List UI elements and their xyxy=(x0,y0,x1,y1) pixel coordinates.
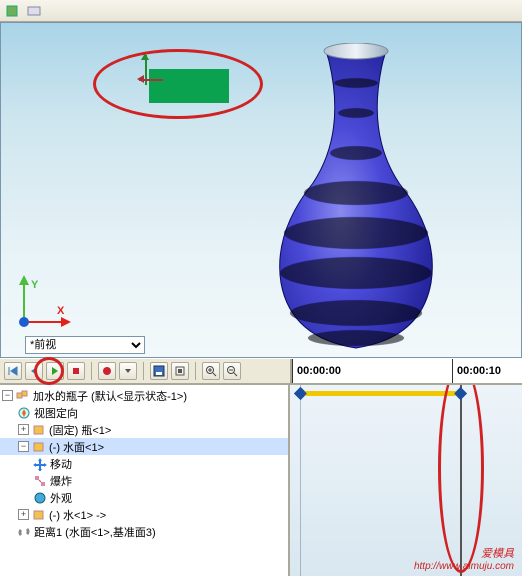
expand-icon[interactable]: + xyxy=(18,509,29,520)
timeline-toolbar: 00:00:00 00:00:10 xyxy=(0,358,522,384)
time-tick-10: 00:00:10 xyxy=(452,359,512,383)
expand-icon[interactable]: + xyxy=(18,424,29,435)
view-select[interactable]: *前视 xyxy=(25,336,145,354)
tree-root[interactable]: − 加水的瓶子 (默认<显示状态-1>) xyxy=(0,387,288,404)
mate-icon xyxy=(16,524,32,540)
lower-pane: − 加水的瓶子 (默认<显示状态-1>) 视图定向 + (固定) 瓶<1> − … xyxy=(0,384,522,576)
assembly-icon xyxy=(15,388,31,404)
move-icon xyxy=(32,456,48,472)
tree-item-move[interactable]: 移动 xyxy=(0,455,288,472)
appearance-icon xyxy=(32,490,48,506)
play-button[interactable] xyxy=(46,362,64,380)
skip-start-button[interactable] xyxy=(4,362,22,380)
3d-viewport[interactable]: Y X *前视 xyxy=(0,22,522,358)
key-bar-yellow[interactable] xyxy=(300,391,460,396)
menu-icon-2[interactable] xyxy=(26,3,42,19)
key-row-distance xyxy=(290,385,522,402)
part-icon xyxy=(31,507,47,523)
part-icon xyxy=(31,439,47,455)
zoom-out-button[interactable] xyxy=(223,362,241,380)
dropdown-button[interactable] xyxy=(119,362,137,380)
time-tick-0: 00:00:00 xyxy=(292,359,352,383)
zoom-in-button[interactable] xyxy=(202,362,220,380)
collapse-icon[interactable]: − xyxy=(18,441,29,452)
menu-icon-1[interactable] xyxy=(4,3,20,19)
selected-face-highlight xyxy=(149,69,229,103)
top-strip xyxy=(0,0,522,22)
tree-item-water-surface[interactable]: − (-) 水面<1> xyxy=(0,438,288,455)
viewport-footer: *前视 xyxy=(1,333,521,357)
save-button[interactable] xyxy=(150,362,168,380)
record-button[interactable] xyxy=(98,362,116,380)
compass-icon xyxy=(16,405,32,421)
tree-item-water[interactable]: + (-) 水<1> -> xyxy=(0,506,288,523)
stop-button[interactable] xyxy=(67,362,85,380)
keyframe-panel[interactable] xyxy=(290,385,522,576)
collapse-icon[interactable]: − xyxy=(2,390,13,401)
settings-button[interactable] xyxy=(171,362,189,380)
animation-tree[interactable]: − 加水的瓶子 (默认<显示状态-1>) 视图定向 + (固定) 瓶<1> − … xyxy=(0,385,290,576)
part-icon xyxy=(31,422,47,438)
time-ruler[interactable]: 00:00:00 00:00:10 xyxy=(290,359,522,383)
tree-item-distance-mate[interactable]: 距离1 (水面<1>,基准面3) xyxy=(0,523,288,540)
step-back-button[interactable] xyxy=(25,362,43,380)
explode-icon xyxy=(32,473,48,489)
tree-item-appearance[interactable]: 外观 xyxy=(0,489,288,506)
vase-model[interactable] xyxy=(271,43,441,353)
playhead[interactable] xyxy=(460,385,462,576)
tree-item-bottle[interactable]: + (固定) 瓶<1> xyxy=(0,421,288,438)
tree-item-view-orient[interactable]: 视图定向 xyxy=(0,404,288,421)
tree-item-explode[interactable]: 爆炸 xyxy=(0,472,288,489)
tree-root-label: 加水的瓶子 (默认<显示状态-1>) xyxy=(33,388,187,404)
